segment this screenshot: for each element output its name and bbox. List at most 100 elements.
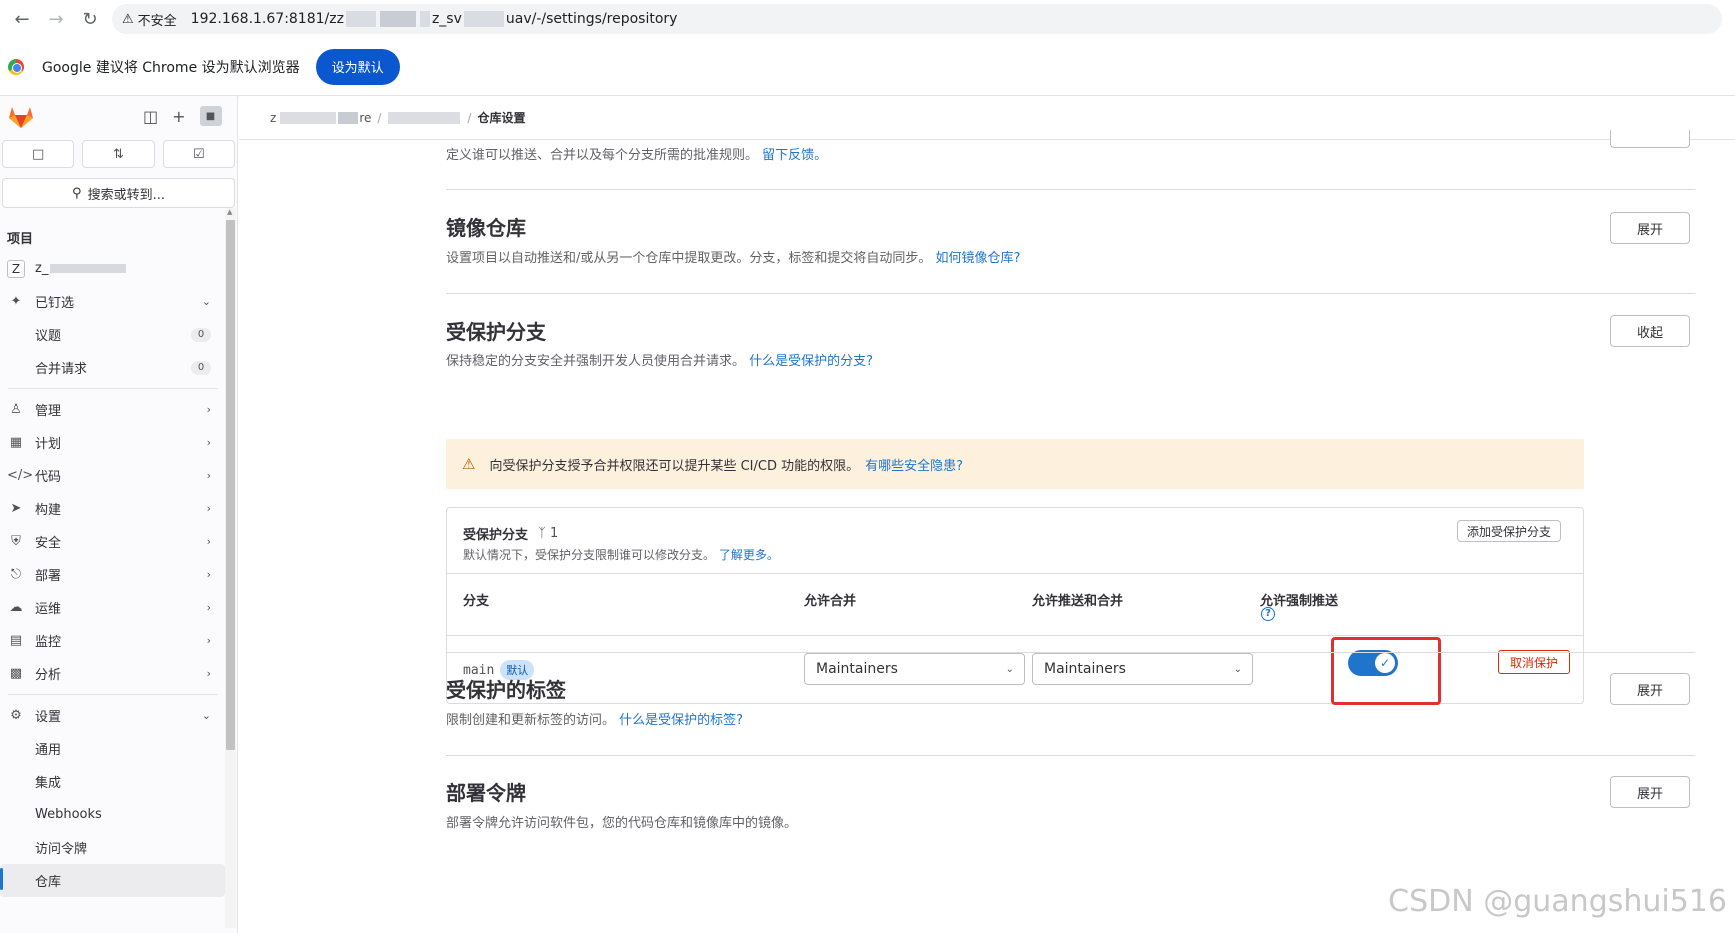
sidebar-item-integrations[interactable]: 集成 bbox=[0, 765, 225, 798]
allowed-to-push-select[interactable]: Maintainers ⌄ bbox=[1032, 653, 1253, 685]
chrome-icon bbox=[8, 58, 24, 75]
sidebar-scrollbar[interactable]: ▲ bbox=[225, 208, 236, 928]
sidebar-item-deploy[interactable]: ⎋ 部署 › bbox=[0, 558, 225, 591]
section-description: 部署令牌允许访问软件包，您的代码仓库和镜像库中的镜像。 bbox=[446, 816, 798, 831]
count-badge: 0 bbox=[191, 360, 211, 375]
branch-count-value: 1 bbox=[549, 526, 559, 541]
sidebar-item-label: 访问令牌 bbox=[35, 842, 88, 857]
reload-icon[interactable]: ↻ bbox=[76, 5, 104, 33]
count-badge: 0 bbox=[191, 327, 211, 342]
sidebar-item-label: 分析 bbox=[35, 668, 62, 683]
protected-branch-help-link[interactable]: 什么是受保护的分支? bbox=[749, 354, 873, 369]
cloud-icon: ☁ bbox=[9, 600, 23, 615]
chevron-down-icon: ⌄ bbox=[201, 295, 211, 308]
breadcrumb-current: 仓库设置 bbox=[477, 111, 526, 125]
breadcrumb-redacted bbox=[280, 111, 337, 124]
sidebar-item-webhooks[interactable]: Webhooks bbox=[0, 798, 225, 831]
warning-icon: ⚠ bbox=[462, 455, 476, 473]
sidebar-item-general[interactable]: 通用 bbox=[0, 732, 225, 765]
security-indicator[interactable]: ⚠ 不安全 bbox=[122, 10, 177, 29]
gitlab-logo-icon[interactable] bbox=[8, 105, 34, 129]
back-icon[interactable]: ← bbox=[8, 5, 36, 33]
merge-request-icon[interactable]: ⇅ bbox=[82, 140, 155, 168]
sidebar-quick-tabs: □ ⇅ ☑ bbox=[0, 140, 237, 168]
section-title: 受保护的标签 bbox=[446, 678, 566, 702]
sidebar-item-merge-requests[interactable]: 合并请求 0 bbox=[0, 351, 225, 384]
section-title: 部署令牌 bbox=[446, 781, 526, 805]
avatar[interactable]: ■ bbox=[199, 106, 222, 126]
section-description-text: 定义谁可以推送、合并以及每个分支所需的批准规则。 bbox=[446, 148, 759, 163]
expand-button[interactable]: 展开 bbox=[1610, 673, 1690, 705]
sidebar-project[interactable]: Z z_ bbox=[0, 252, 225, 285]
collapse-button[interactable]: 收起 bbox=[1610, 315, 1690, 347]
url-mid: z_sv bbox=[431, 11, 462, 27]
chevron-right-icon: › bbox=[206, 667, 211, 680]
forward-icon[interactable]: → bbox=[42, 5, 70, 33]
column-header: 允许推送和合并 bbox=[1032, 594, 1124, 609]
main-content: 定义谁可以推送、合并以及每个分支所需的批准规则。 留下反馈。 镜像仓库 展开 设… bbox=[446, 130, 1696, 933]
sidebar-item-analyze[interactable]: ▩ 分析 › bbox=[0, 657, 225, 690]
sidebar-item-monitor[interactable]: ▤ 监控 › bbox=[0, 624, 225, 657]
breadcrumb-item[interactable]: re bbox=[359, 111, 371, 125]
sidebar-item-pinned[interactable]: ✦ 已钉选 ⌄ bbox=[0, 285, 225, 318]
sidebar-item-manage[interactable]: ♙ 管理 › bbox=[0, 393, 225, 426]
url-redacted bbox=[463, 11, 504, 27]
search-icon: ⚲ bbox=[72, 185, 82, 201]
todo-icon[interactable]: ☑ bbox=[162, 140, 235, 168]
section-description: 定义谁可以推送、合并以及每个分支所需的批准规则。 留下反馈。 bbox=[446, 144, 827, 163]
sidebar-item-security[interactable]: ⛨ 安全 › bbox=[0, 525, 225, 558]
sidebar-item-build[interactable]: ➤ 构建 › bbox=[0, 492, 225, 525]
sidebar-item-label: 合并请求 bbox=[35, 362, 88, 377]
feedback-link[interactable]: 留下反馈。 bbox=[762, 148, 827, 163]
divider bbox=[446, 189, 1695, 190]
allowed-to-merge-select[interactable]: Maintainers ⌄ bbox=[804, 653, 1025, 685]
learn-more-link[interactable]: 了解更多。 bbox=[719, 548, 779, 562]
scroll-up-icon[interactable]: ▲ bbox=[227, 208, 232, 216]
table-header: 分支 允许合并 允许推送和合并 允许强制推送 ? bbox=[447, 574, 1583, 636]
sidebar-item-repository[interactable]: 仓库 bbox=[0, 864, 225, 897]
section-description-text: 限制创建和更新标签的访问。 bbox=[446, 713, 616, 728]
scrollbar-thumb[interactable] bbox=[226, 220, 235, 750]
sidebar-item-label: 运维 bbox=[35, 602, 62, 617]
sidebar-item-issues[interactable]: 议题 0 bbox=[0, 318, 225, 351]
section-description: 保持稳定的分支安全并强制开发人员使用合并请求。 什么是受保护的分支? bbox=[446, 350, 873, 369]
expand-button[interactable] bbox=[1610, 130, 1690, 148]
expand-button[interactable]: 展开 bbox=[1610, 776, 1690, 808]
alert-text: 向受保护分支授予合并权限还可以提升某些 CI/CD 功能的权限。 bbox=[489, 458, 860, 474]
sidebar-item-settings[interactable]: ⚙ 设置 ⌄ bbox=[0, 699, 225, 732]
breadcrumb-separator: / bbox=[467, 110, 472, 125]
card-title: 受保护分支 ᛉ 1 bbox=[463, 524, 558, 543]
protected-tag-help-link[interactable]: 什么是受保护的标签? bbox=[619, 713, 743, 728]
project-name: z_ bbox=[35, 261, 49, 276]
sidebar-section-title: 项目 bbox=[7, 232, 34, 247]
force-push-toggle[interactable]: ✓ bbox=[1348, 650, 1398, 676]
toggle-sidebar-icon[interactable]: ◫ bbox=[143, 107, 158, 126]
protected-branches-card: 受保护分支 ᛉ 1 默认情况下，受保护分支限制谁可以修改分支。 了解更多。 添加… bbox=[446, 507, 1584, 705]
sidebar-item-access-tokens[interactable]: 访问令牌 bbox=[0, 831, 225, 864]
address-bar[interactable]: ⚠ 不安全 192.168.1.67:8181/zz z_sv uav/-/se… bbox=[112, 4, 1722, 34]
mirror-help-link[interactable]: 如何镜像仓库? bbox=[936, 251, 1021, 266]
sidebar: ◫ + ■ □ ⇅ ☑ ⚲ 搜索或转到... 项目 Z z_ ✦ 已钉选 ⌄ 议… bbox=[0, 96, 238, 933]
help-icon[interactable]: ? bbox=[1261, 607, 1275, 621]
search-label: 搜索或转到... bbox=[87, 187, 165, 203]
breadcrumb-item[interactable]: z bbox=[270, 111, 276, 125]
set-default-button[interactable]: 设为默认 bbox=[315, 48, 400, 85]
sidebar-item-operate[interactable]: ☁ 运维 › bbox=[0, 591, 225, 624]
unprotect-button[interactable]: 取消保护 bbox=[1498, 650, 1570, 674]
sidebar-item-label: 仓库 bbox=[35, 875, 62, 890]
search-button[interactable]: ⚲ 搜索或转到... bbox=[2, 178, 235, 208]
default-browser-infobar: Google 建议将 Chrome 设为默认浏览器 设为默认 bbox=[0, 38, 1735, 96]
users-icon: ♙ bbox=[10, 402, 22, 417]
issues-icon[interactable]: □ bbox=[2, 140, 75, 168]
sidebar-item-plan[interactable]: ▦ 计划 › bbox=[0, 426, 225, 459]
alert-link[interactable]: 有哪些安全隐患? bbox=[865, 455, 963, 474]
chevron-right-icon: › bbox=[206, 502, 211, 515]
sidebar-item-code[interactable]: </> 代码 › bbox=[0, 459, 225, 492]
add-protected-branch-button[interactable]: 添加受保护分支 bbox=[1457, 520, 1561, 542]
plus-icon[interactable]: + bbox=[172, 107, 185, 126]
rocket-icon: ➤ bbox=[10, 501, 22, 516]
divider bbox=[446, 755, 1695, 756]
expand-button[interactable]: 展开 bbox=[1610, 212, 1690, 244]
monitor-icon: ▤ bbox=[9, 633, 23, 648]
security-label: 不安全 bbox=[137, 13, 177, 29]
